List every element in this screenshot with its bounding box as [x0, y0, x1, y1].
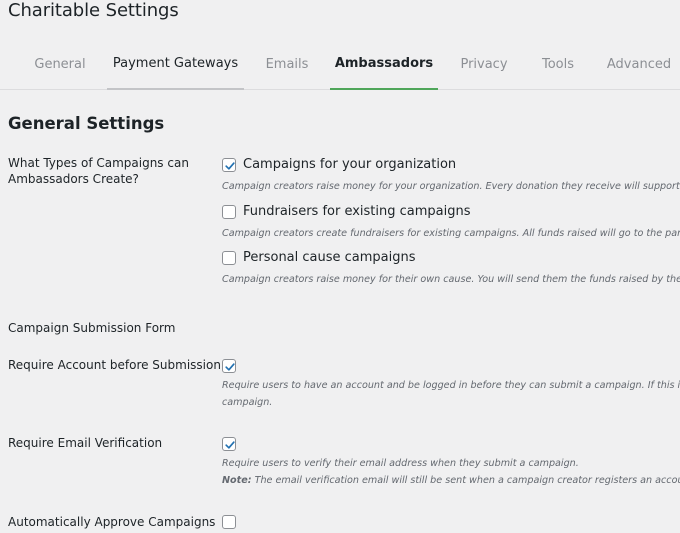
require-account-checkbox[interactable] — [222, 359, 236, 373]
personal-checkbox[interactable] — [222, 250, 236, 265]
campaign-types-label: What Types of Campaigns can Ambassadors … — [8, 156, 189, 186]
require-account-description: Require users to have an account and be … — [222, 380, 680, 391]
require-email-description: Require users to verify their email addr… — [222, 458, 579, 469]
require-account-label: Require Account before Submission — [8, 358, 221, 372]
checkmark-icon — [225, 441, 235, 449]
tab-tools[interactable]: Tools — [530, 38, 586, 90]
tab-general[interactable]: General — [22, 38, 98, 90]
note-label: Note: — [222, 475, 252, 486]
require-email-label: Require Email Verification — [8, 436, 163, 450]
auto-approve-checkbox[interactable] — [222, 515, 236, 529]
organization-option-label: Campaigns for your organization — [243, 157, 457, 172]
fundraisers-description: Campaign creators create fundraisers for… — [222, 228, 680, 239]
checkmark-icon — [225, 363, 235, 371]
organization-description: Campaign creators raise money for your o… — [222, 181, 680, 192]
submission-form-heading: Campaign Submission Form — [8, 321, 176, 335]
fundraisers-option-label: Fundraisers for existing campaigns — [243, 204, 471, 219]
personal-description: Campaign creators raise money for their … — [222, 274, 680, 285]
tab-privacy[interactable]: Privacy — [450, 38, 518, 90]
require-email-row — [222, 437, 236, 451]
section-title: General Settings — [8, 114, 165, 133]
option-organization-row: Campaigns for your organization — [222, 157, 456, 172]
personal-option-label: Personal cause campaigns — [243, 250, 416, 265]
tab-payment-gateways[interactable]: Payment Gateways — [107, 38, 244, 90]
note-text: The email verification email will still … — [251, 475, 680, 486]
require-email-checkbox[interactable] — [222, 437, 236, 451]
require-email-note: Note: The email verification email will … — [222, 472, 680, 489]
page-title: Charitable Settings — [8, 0, 179, 21]
fundraisers-checkbox[interactable] — [222, 204, 236, 219]
require-account-description-cont: campaign. — [222, 397, 273, 408]
option-personal-row: Personal cause campaigns — [222, 250, 416, 265]
auto-approve-row — [222, 515, 236, 529]
tab-advanced[interactable]: Advanced — [598, 38, 680, 90]
tab-emails[interactable]: Emails — [256, 38, 318, 90]
option-fundraisers-row: Fundraisers for existing campaigns — [222, 204, 471, 219]
auto-approve-label: Automatically Approve Campaigns — [8, 515, 216, 529]
organization-checkbox[interactable] — [222, 157, 236, 172]
checkmark-icon — [225, 161, 235, 170]
tab-ambassadors[interactable]: Ambassadors — [330, 38, 438, 90]
settings-tabs: General Payment Gateways Emails Ambassad… — [0, 38, 680, 90]
require-account-row — [222, 359, 236, 373]
